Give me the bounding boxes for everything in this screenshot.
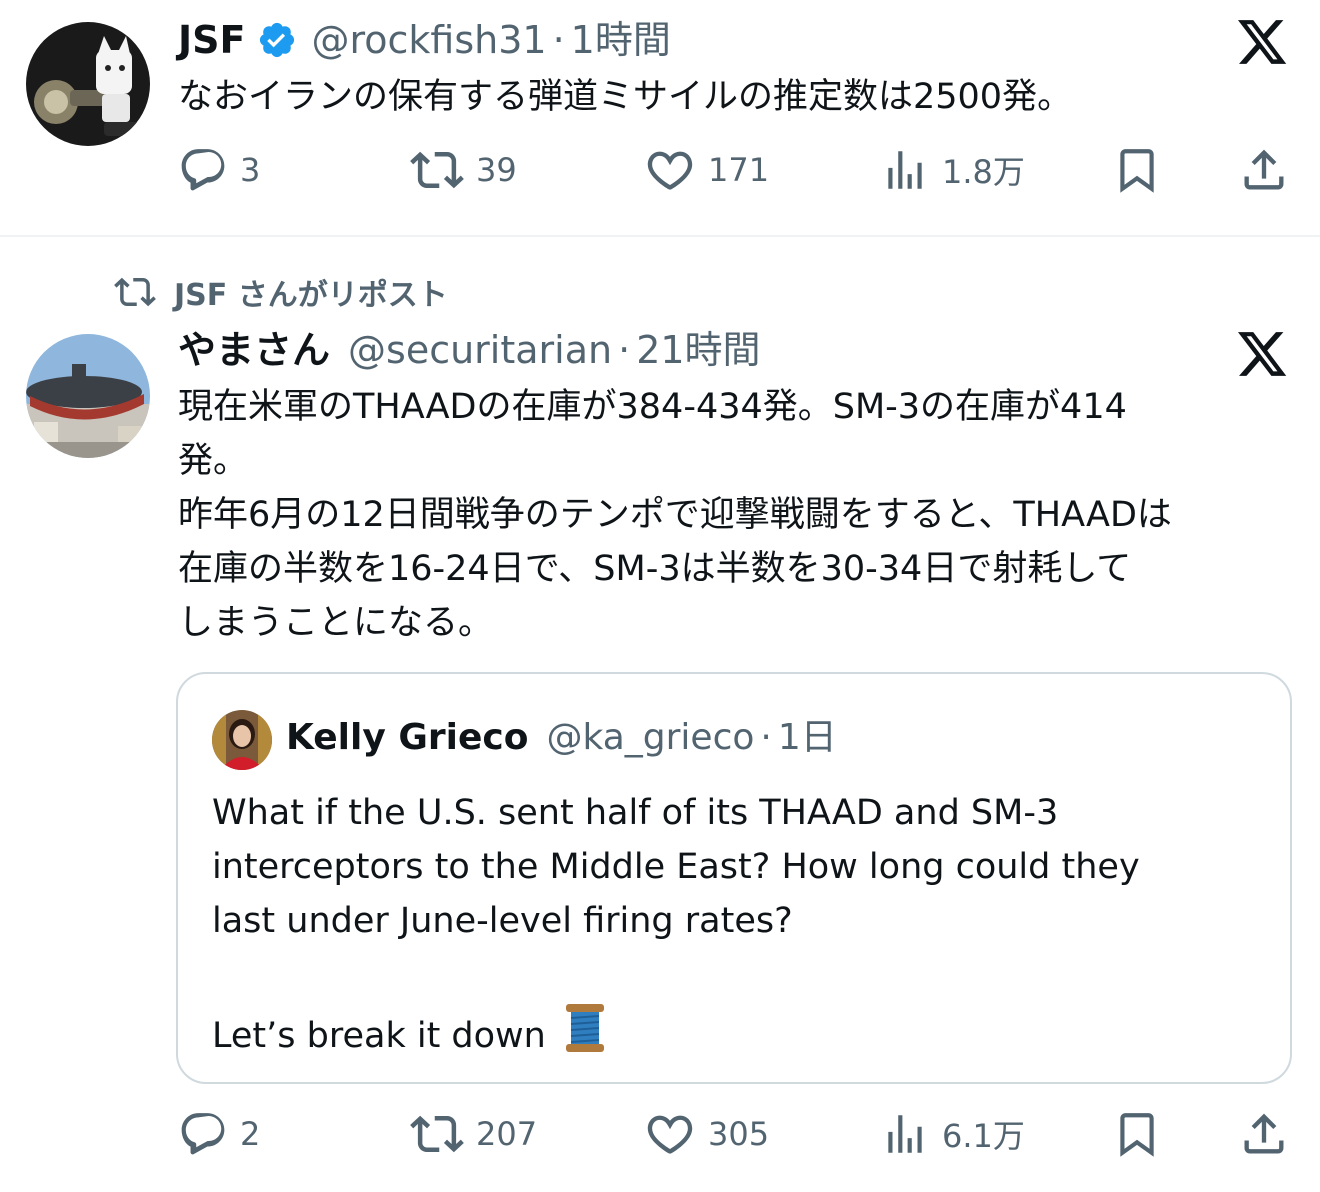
tweet-header: やまさん @securitarian · 21時間 — [178, 326, 761, 374]
timestamp[interactable]: 1時間 — [571, 16, 671, 64]
reply-icon — [181, 1113, 225, 1155]
view-count: 6.1万 — [942, 1117, 1025, 1155]
timestamp[interactable]: 21時間 — [636, 326, 760, 374]
quote-author-name[interactable]: Kelly Grieco — [286, 714, 529, 762]
reply-button[interactable]: 3 — [178, 140, 260, 200]
avatar-jsf[interactable] — [26, 22, 150, 146]
quote-timestamp[interactable]: 1日 — [778, 714, 837, 762]
repost-icon — [114, 277, 156, 307]
like-count: 171 — [708, 151, 770, 189]
quote-text-line-last: Let’s break it down — [212, 1002, 1272, 1070]
tweet-jsf[interactable]: JSF @rockfish31 · 1時間 なおイランの保有する弾道ミサイルの推… — [0, 0, 1320, 235]
quoted-tweet[interactable]: Kelly Grieco @ka_grieco · 1日 What if the… — [176, 672, 1292, 1084]
repost-button[interactable]: 207 — [410, 1104, 537, 1164]
author-handle[interactable]: @securitarian — [348, 326, 612, 374]
quote-text-line: What if the U.S. sent half of its THAAD … — [212, 793, 1059, 833]
views-icon — [888, 151, 922, 189]
bookmark-icon — [1120, 149, 1154, 193]
tweet-text-line: 在庫の半数を16-24日で、SM-3は半数を30-34日で射耗して — [178, 549, 1132, 589]
repost-icon — [410, 151, 464, 189]
quote-text-line: last under June-level firing rates? — [212, 901, 793, 941]
repost-icon — [410, 1115, 464, 1153]
quote-text-line: Let’s break it down — [212, 1016, 546, 1056]
x-logo-icon — [1238, 20, 1288, 66]
repost-notice-text: JSF さんがリポスト — [174, 278, 448, 313]
separator-dot: · — [618, 328, 631, 372]
tweet-text: なおイランの保有する弾道ミサイルの推定数は2500発。 — [178, 77, 1073, 117]
bookmark-button[interactable] — [1112, 1104, 1162, 1164]
views-button[interactable]: 6.1万 — [880, 1104, 1025, 1164]
quote-text: What if the U.S. sent half of its THAAD … — [212, 786, 1272, 1070]
verified-badge-icon — [257, 20, 297, 60]
author-name[interactable]: やまさん — [178, 326, 330, 374]
like-button[interactable]: 171 — [644, 140, 769, 200]
action-bar: 2 207 305 6.1万 — [0, 1104, 1320, 1164]
avatar-kelly-grieco[interactable] — [212, 710, 272, 770]
separator-dot: · — [760, 717, 772, 758]
tweet-text: 現在米軍のTHAADの在庫が384-434発。SM-3の在庫が414 発。 昨年… — [178, 380, 1298, 650]
share-icon — [1244, 1113, 1284, 1154]
tweet-text-line: 発。 — [178, 441, 249, 481]
share-button[interactable] — [1238, 140, 1290, 200]
repost-count: 39 — [476, 151, 517, 189]
quote-header: Kelly Grieco @ka_grieco · 1日 — [286, 714, 837, 762]
bookmark-button[interactable] — [1112, 140, 1162, 200]
repost-count: 207 — [476, 1115, 538, 1153]
like-count: 305 — [708, 1115, 770, 1153]
tweet-divider — [0, 235, 1320, 237]
reply-button[interactable]: 2 — [178, 1104, 260, 1164]
tweet-header: JSF @rockfish31 · 1時間 — [178, 16, 671, 64]
tweet-text-line: しまうことになる。 — [178, 603, 494, 643]
quote-author-handle[interactable]: @ka_grieco — [547, 714, 755, 762]
bookmark-icon — [1120, 1113, 1154, 1157]
separator-dot: · — [552, 18, 565, 62]
heart-icon — [647, 151, 693, 190]
reply-count: 3 — [240, 151, 261, 189]
avatar-securitarian[interactable] — [26, 334, 150, 458]
views-icon — [888, 1115, 922, 1153]
author-handle[interactable]: @rockfish31 — [311, 16, 546, 64]
author-name[interactable]: JSF — [178, 16, 245, 64]
reply-icon — [181, 149, 225, 191]
quote-text-line: interceptors to the Middle East? How lon… — [212, 847, 1140, 887]
view-count: 1.8万 — [942, 153, 1025, 191]
thread-spool-emoji — [564, 1002, 606, 1070]
action-bar: 3 39 171 1.8万 — [0, 140, 1320, 200]
repost-button[interactable]: 39 — [410, 140, 517, 200]
tweet-text-line: 現在米軍のTHAADの在庫が384-434発。SM-3の在庫が414 — [178, 387, 1127, 427]
tweet-text-line: 昨年6月の12日間戦争のテンポで迎撃戦闘をすると、THAADは — [178, 495, 1172, 535]
views-button[interactable]: 1.8万 — [880, 140, 1025, 200]
repost-notice[interactable]: JSF さんがリポスト — [114, 270, 448, 314]
reply-count: 2 — [240, 1115, 261, 1153]
heart-icon — [647, 1115, 693, 1154]
like-button[interactable]: 305 — [644, 1104, 769, 1164]
x-logo-icon — [1238, 332, 1288, 378]
share-button[interactable] — [1238, 1104, 1290, 1164]
share-icon — [1244, 149, 1284, 190]
